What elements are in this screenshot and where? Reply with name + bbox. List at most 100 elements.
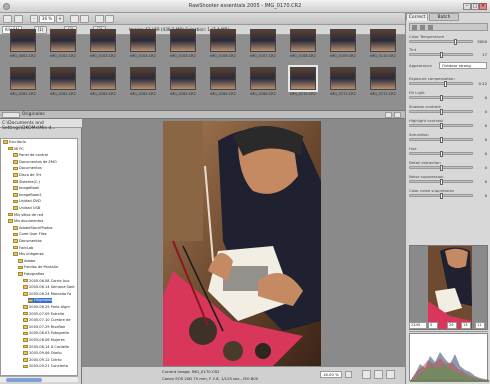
compare-icon[interactable] [374,370,383,379]
folder-icon[interactable] [3,15,12,23]
tree-item[interactable]: Disco de 3½ [13,173,41,178]
thumbnail[interactable] [250,67,276,90]
slider-knob[interactable] [440,151,443,157]
control-slider[interactable] [409,137,473,143]
tree-item[interactable]: 2005.06.08 Corrie Aux [23,279,70,284]
control-slider[interactable] [409,165,473,171]
tree-item[interactable]: Corel User Files [13,232,47,237]
grid-icon[interactable] [105,15,114,23]
thumbnail[interactable] [130,67,156,90]
control-slider[interactable] [409,52,473,58]
folder-header-icon[interactable] [2,112,20,118]
status-zoom[interactable]: 16.00 % [320,371,342,378]
tree-item[interactable]: Adobe [18,259,35,264]
tree-item[interactable]: 2005.09.06 Otoño [23,351,62,356]
grid-overlay-icon[interactable] [428,25,433,30]
thumbnail[interactable] [330,29,356,52]
control-slider[interactable] [409,95,473,101]
zoom-out-icon[interactable]: - [30,15,38,23]
slider-knob[interactable] [440,193,443,199]
thumbnail[interactable] [90,67,116,90]
appearance-dropdown[interactable]: Outdoor strong [439,62,487,69]
tree-item[interactable]: Panel de control [13,153,48,158]
slider-knob[interactable] [454,39,457,45]
tree-item[interactable]: Mis documentos [8,219,43,224]
control-slider[interactable] [409,81,473,87]
color-picker-icon[interactable] [412,25,417,30]
thumbnail[interactable] [330,67,356,90]
tree-item[interactable]: FontLab [13,246,33,251]
thumbnail[interactable] [90,29,116,52]
close-button[interactable]: × [479,3,487,10]
tree-item[interactable]: Escritorio [3,140,26,145]
thumbnail[interactable] [250,29,276,52]
tree-item[interactable]: ImageBook [13,186,39,191]
tree-item[interactable]: 2005.09.12 Cierto [23,358,62,363]
tree-item[interactable]: Mis imágenes [13,252,44,257]
tree-item[interactable]: 2005.08.14 A Cordelle [23,345,69,350]
thumbnail[interactable] [290,29,316,52]
maximize-button[interactable]: □ [471,3,479,10]
tree-item[interactable]: Fotografías [18,272,44,277]
tree-item[interactable]: 2005.06.25 Feria Algm [23,305,70,310]
tree-item[interactable]: Unidad DVD [13,199,41,204]
save-icon[interactable] [14,15,23,23]
tree-item[interactable]: ImageBook2 [13,193,42,198]
slider-knob[interactable] [440,109,443,115]
zoom-in-icon[interactable]: + [56,15,64,23]
control-slider[interactable] [409,39,473,45]
tree-item[interactable]: Documentos [13,166,42,171]
thumbnail[interactable] [370,29,396,52]
tree-item[interactable]: Originales [28,298,53,304]
thumbnail[interactable] [210,67,236,90]
slider-knob[interactable] [440,179,443,185]
tree-item[interactable]: AdobeStockPhotos [13,226,52,231]
thumbnail[interactable] [170,29,196,52]
rotate-right-icon[interactable] [80,15,89,23]
control-slider[interactable] [409,123,473,129]
minimize-button[interactable]: – [463,3,471,10]
control-slider[interactable] [409,193,473,199]
tree-item[interactable]: Documentos de EMO [13,160,57,165]
slider-knob[interactable] [444,81,447,87]
tree-item[interactable]: 2005.07.29 Rivaflair [23,325,66,330]
fit-icon[interactable] [95,15,104,23]
tree-horizontal-scrollbar[interactable] [0,376,78,382]
tree-item[interactable]: Documentos [13,239,42,244]
zoom-dropdown-icon[interactable] [345,371,352,378]
tree-item[interactable]: Fondos de Pantalla [18,265,58,270]
tab-batch-convert[interactable]: Batch convert [429,13,459,28]
control-slider[interactable] [409,109,473,115]
tree-item[interactable]: 2005.07.10 Cumbre de [23,318,71,323]
tree-item[interactable]: Unidad USB [13,206,40,211]
thumbnail[interactable] [130,29,156,52]
control-slider[interactable] [409,151,473,157]
tab-correct[interactable]: Correct [406,13,428,21]
thumbnail[interactable] [50,29,76,52]
fullscreen-icon[interactable] [362,370,371,379]
thumbnail[interactable] [10,29,36,52]
thumbnail[interactable] [10,67,36,90]
tree-item[interactable]: 2005.06.14 Semana Sant [23,285,75,290]
thumbnail[interactable] [210,29,236,52]
info-icon[interactable] [386,370,395,379]
slider-knob[interactable] [440,165,443,171]
image-viewer[interactable] [82,119,405,366]
slider-knob[interactable] [440,52,443,58]
thumbnail[interactable] [170,67,196,90]
slider-knob[interactable] [440,137,443,143]
thumbnail[interactable] [370,67,396,90]
eyedropper-icon[interactable] [420,25,425,30]
tree-item[interactable]: 2005.09.21 Concierto [23,364,68,369]
filmstrip-divider[interactable]: Originales [0,110,405,119]
tree-item[interactable]: 2005.06.24 Mercado Fa [23,292,71,297]
slider-knob[interactable] [440,123,443,129]
thumbnail[interactable] [288,65,318,92]
tree-item[interactable]: Sistema(C:) [13,180,40,185]
slider-knob[interactable] [440,95,443,101]
tree-item[interactable]: Mi PC [8,147,24,152]
tree-item[interactable]: 2005.08.06 Mujeres [23,338,65,343]
tree-item[interactable]: Mis sitios de red [8,213,43,218]
viewer-options-icon[interactable] [394,112,401,118]
thumbnail[interactable] [50,67,76,90]
